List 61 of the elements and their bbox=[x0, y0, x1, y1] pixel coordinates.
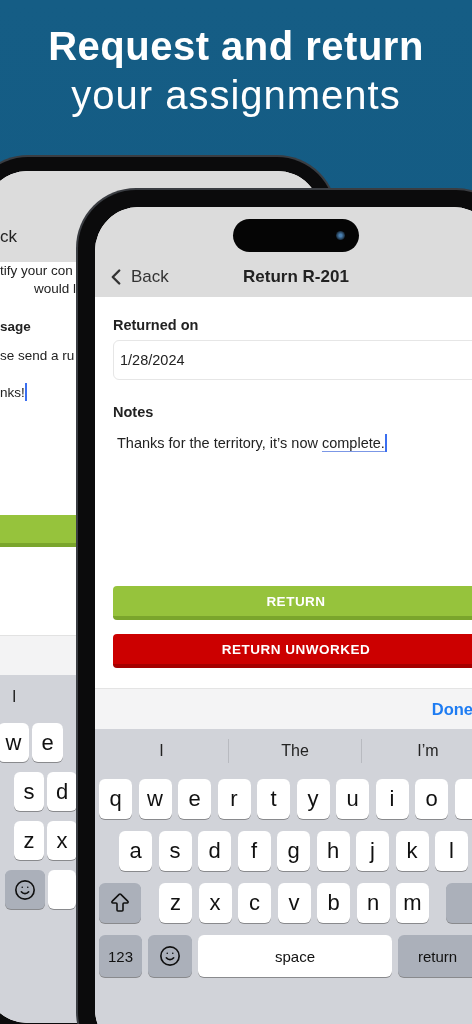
key[interactable]: n bbox=[356, 883, 390, 923]
message-text: se send a ru bbox=[0, 347, 75, 365]
shift-arrow-icon bbox=[108, 891, 132, 915]
key[interactable]: l bbox=[435, 831, 468, 871]
action-button[interactable] bbox=[0, 515, 76, 547]
key[interactable]: b bbox=[317, 883, 350, 923]
return-key[interactable]: return bbox=[398, 935, 472, 977]
screen-title: Return R-201 bbox=[243, 266, 349, 287]
suggestion[interactable]: I’m bbox=[361, 739, 472, 763]
key[interactable]: d bbox=[47, 772, 77, 811]
key[interactable]: c bbox=[238, 883, 271, 923]
key[interactable]: e bbox=[32, 723, 63, 762]
key[interactable]: u bbox=[336, 779, 369, 819]
key[interactable]: z bbox=[159, 883, 192, 923]
suggestion[interactable]: I bbox=[95, 739, 228, 763]
suggestion[interactable]: The bbox=[228, 739, 361, 763]
field-label: Notes bbox=[113, 403, 154, 422]
smiley-icon bbox=[14, 878, 36, 901]
smiley-icon bbox=[159, 945, 181, 967]
key[interactable]: v bbox=[277, 883, 311, 923]
key[interactable]: k bbox=[395, 831, 429, 871]
key[interactable]: s bbox=[158, 831, 192, 871]
key[interactable]: o bbox=[415, 779, 448, 819]
key[interactable]: q bbox=[99, 779, 132, 819]
suggestion[interactable]: I bbox=[12, 688, 17, 706]
intro-text: would l bbox=[32, 280, 76, 298]
numbers-key[interactable]: 123 bbox=[99, 935, 142, 977]
field-label: Returned on bbox=[113, 316, 199, 335]
key[interactable]: f bbox=[237, 831, 271, 871]
field-label: sage bbox=[0, 318, 31, 336]
emoji-key[interactable] bbox=[148, 935, 192, 977]
back-link[interactable]: ck bbox=[0, 227, 17, 247]
key[interactable]: x bbox=[198, 883, 232, 923]
key[interactable]: z bbox=[14, 821, 44, 860]
headline: Request and return bbox=[48, 23, 424, 70]
key[interactable]: h bbox=[316, 831, 350, 871]
return-unworked-button[interactable]: RETURN UNWORKED bbox=[113, 634, 472, 668]
done-button[interactable]: Done bbox=[431, 699, 472, 719]
key[interactable]: i bbox=[375, 779, 409, 819]
key[interactable]: w bbox=[0, 723, 29, 762]
key[interactable]: t bbox=[257, 779, 290, 819]
intro-text: tify your con bbox=[0, 262, 73, 280]
back-button[interactable]: Back bbox=[95, 263, 169, 290]
date-field[interactable]: 1/28/2024 bbox=[113, 340, 472, 380]
key[interactable]: a bbox=[119, 831, 152, 871]
key[interactable]: x bbox=[47, 821, 77, 860]
key[interactable]: j bbox=[356, 831, 389, 871]
key[interactable]: e bbox=[178, 779, 211, 819]
subheadline: your assignments bbox=[71, 72, 401, 119]
notes-field[interactable]: Thanks for the territory, it’s now complete. bbox=[113, 430, 472, 586]
key[interactable]: m bbox=[396, 883, 429, 923]
message-text: nks! bbox=[0, 383, 27, 402]
shift-key[interactable] bbox=[99, 883, 141, 923]
emoji-key[interactable] bbox=[5, 870, 45, 909]
key[interactable]: r bbox=[217, 779, 251, 819]
space-key[interactable]: space bbox=[198, 935, 392, 977]
key[interactable]: w bbox=[138, 779, 172, 819]
key[interactable]: g bbox=[277, 831, 310, 871]
key[interactable]: y bbox=[296, 779, 330, 819]
key[interactable]: d bbox=[198, 831, 231, 871]
key[interactable]: s bbox=[14, 772, 44, 811]
